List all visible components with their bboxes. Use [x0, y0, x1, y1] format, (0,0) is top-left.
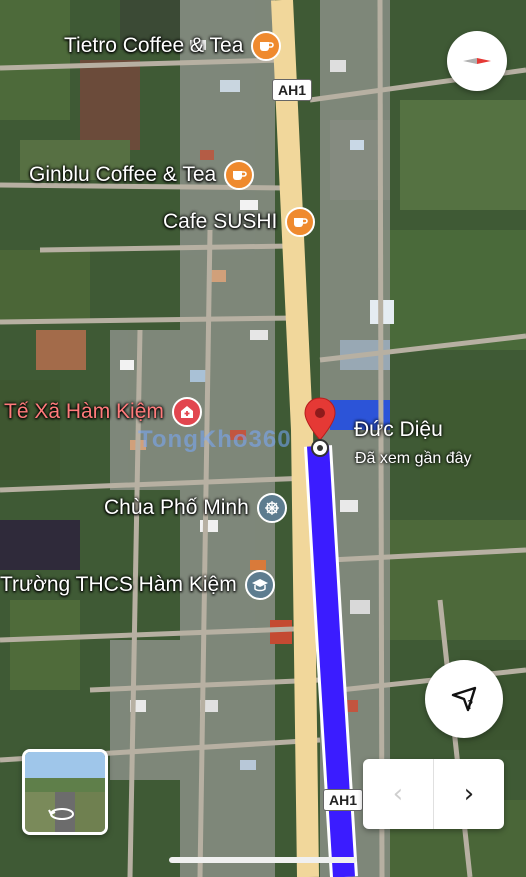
- hospital-icon: [171, 397, 202, 427]
- poi-label: Cafe SUSHI: [163, 210, 278, 233]
- school-icon: [244, 570, 275, 600]
- poi-ginblu-coffee[interactable]: Ginblu Coffee & Tea: [29, 160, 255, 190]
- selected-place-name[interactable]: Đức Diệu: [354, 418, 443, 442]
- poi-tietro-coffee[interactable]: Tietro Coffee & Tea: [64, 31, 282, 61]
- compass-button[interactable]: [447, 31, 507, 91]
- next-button[interactable]: ›: [434, 759, 504, 829]
- coffee-icon: [285, 207, 316, 237]
- navigate-button[interactable]: ?: [425, 660, 503, 738]
- navigate-question-icon: ?: [451, 686, 477, 712]
- street-view-thumbnail[interactable]: [22, 749, 108, 835]
- selected-place-marker[interactable]: [300, 396, 340, 462]
- previous-button[interactable]: ‹: [363, 759, 434, 829]
- road-shield-ah1: AH1: [323, 789, 364, 811]
- poi-cafe-sushi[interactable]: Cafe SUSHI: [163, 207, 316, 237]
- svg-text:?: ?: [467, 698, 473, 712]
- road-shield-ah1: AH1: [272, 79, 313, 101]
- step-nav: ‹ ›: [363, 759, 504, 829]
- poi-ham-kiem-school[interactable]: Trường THCS Hàm Kiệm: [0, 570, 275, 600]
- poi-label: Trường THCS Hàm Kiệm: [0, 573, 237, 596]
- watermark-text: TongKho360: [138, 426, 292, 453]
- poi-label: Chùa Phố Minh: [104, 496, 249, 519]
- poi-label: Tế Xã Hàm Kiệm: [4, 400, 164, 423]
- temple-icon: [256, 493, 287, 523]
- home-indicator[interactable]: [169, 857, 357, 863]
- poi-pho-minh-temple[interactable]: Chùa Phố Minh: [104, 493, 287, 523]
- coffee-icon: [224, 160, 255, 190]
- poi-label: Ginblu Coffee & Tea: [29, 163, 217, 186]
- selected-place-status: Đã xem gần đây: [355, 450, 472, 467]
- poi-medical-station[interactable]: Tế Xã Hàm Kiệm: [4, 397, 202, 427]
- compass-icon: [463, 58, 491, 64]
- coffee-icon: [251, 31, 282, 61]
- street-view-rotate-icon: [48, 808, 74, 820]
- poi-label: Tietro Coffee & Tea: [64, 34, 244, 57]
